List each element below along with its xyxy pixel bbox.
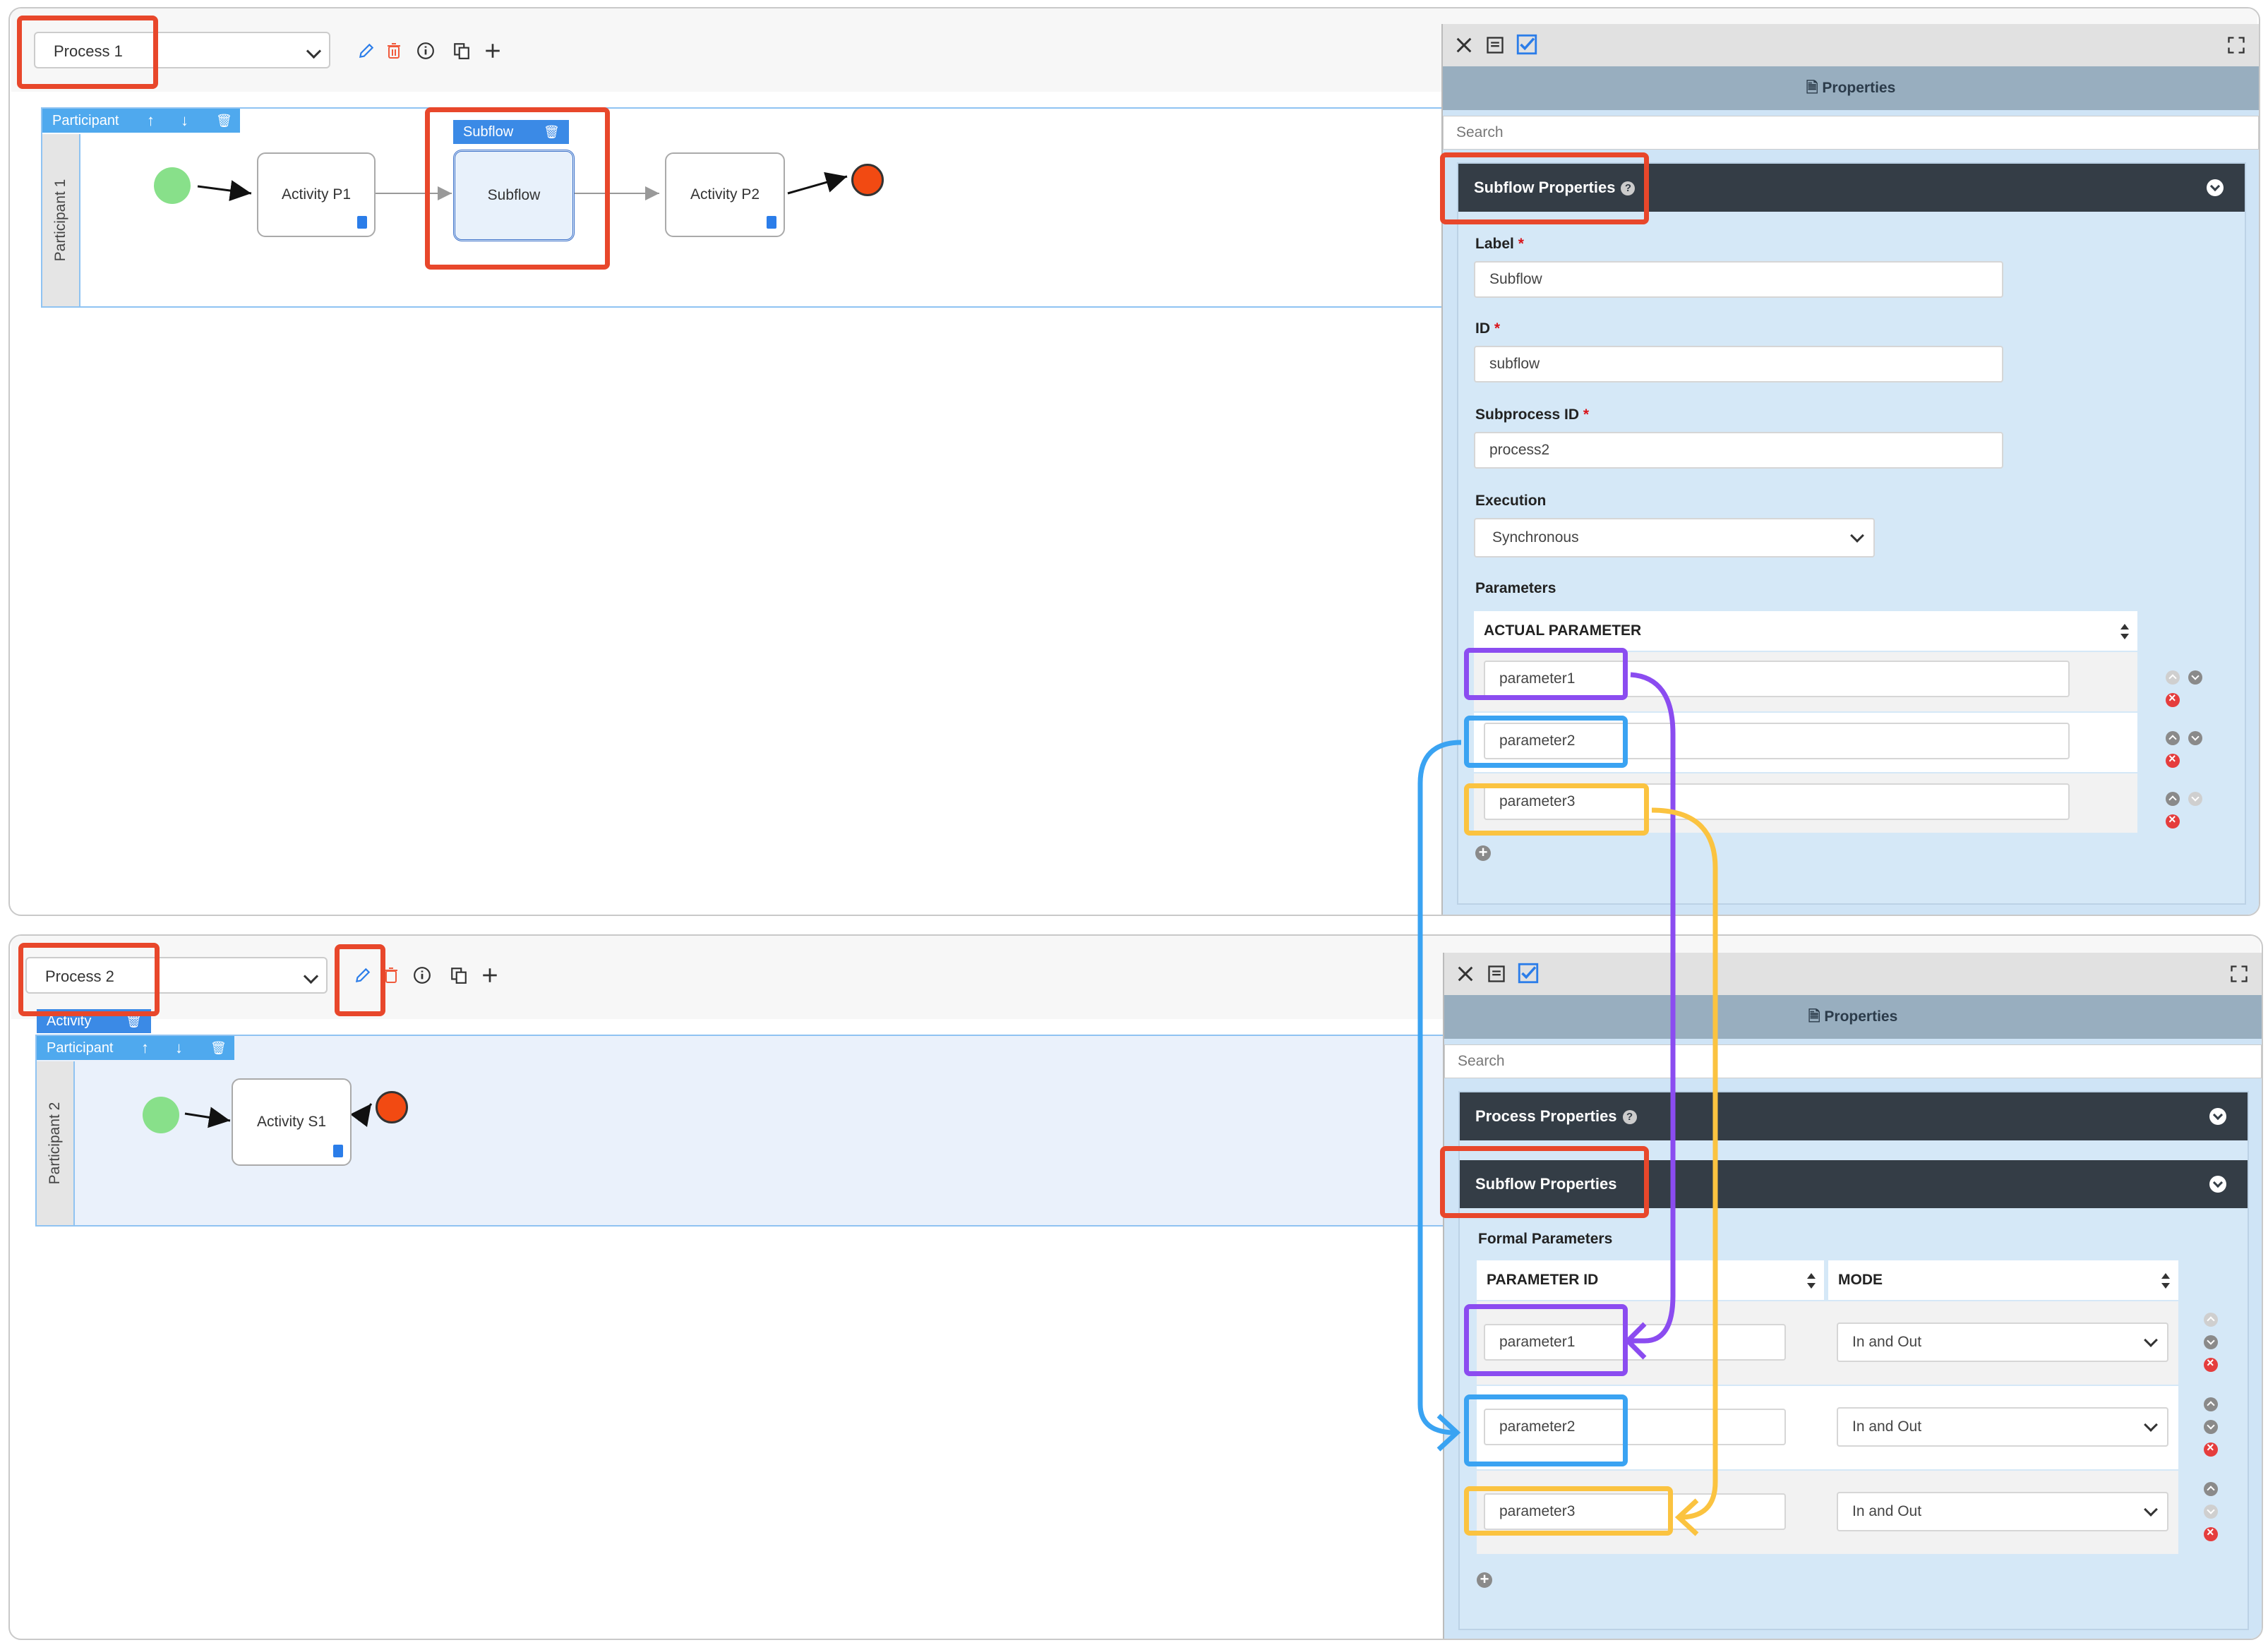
move-up-icon xyxy=(2204,1313,2218,1327)
move-down-icon[interactable] xyxy=(2204,1420,2218,1434)
document-icon: 🗎 xyxy=(1806,80,1823,96)
activity-label: Activity P1 xyxy=(281,186,352,203)
remove-icon[interactable] xyxy=(2204,1356,2218,1372)
document-icon xyxy=(333,1145,343,1157)
form-icon[interactable] xyxy=(1485,35,1505,55)
highlight-parameter3-formal xyxy=(1464,1486,1673,1536)
remove-icon[interactable] xyxy=(2166,812,2180,828)
start-event[interactable] xyxy=(154,167,191,204)
move-down-icon[interactable] xyxy=(2188,670,2202,685)
parameter-id-header[interactable]: PARAMETER ID xyxy=(1477,1260,1824,1300)
field-label: ID * xyxy=(1475,320,1501,337)
mode-select[interactable]: In and Out xyxy=(1837,1322,2168,1362)
label-input[interactable]: Subflow xyxy=(1474,261,2003,298)
properties-header: 🗎 Properties xyxy=(1444,995,2262,1039)
field-label: Execution xyxy=(1475,493,1547,509)
checkbox-icon[interactable] xyxy=(1516,961,1540,985)
mode-header[interactable]: MODE xyxy=(1828,1260,2178,1300)
properties-title: Properties xyxy=(1822,80,1896,96)
sort-icon[interactable] xyxy=(1807,1273,1816,1289)
start-event[interactable] xyxy=(143,1097,179,1133)
checkbox-icon[interactable] xyxy=(1515,32,1539,56)
field-label: Label * xyxy=(1475,236,1524,252)
remove-icon[interactable] xyxy=(2204,1525,2218,1541)
document-icon xyxy=(767,216,776,229)
close-icon[interactable] xyxy=(1454,35,1474,55)
sort-icon[interactable] xyxy=(2120,624,2129,639)
subprocess-id-input[interactable]: process2 xyxy=(1474,432,2003,469)
sort-icon[interactable] xyxy=(2161,1273,2170,1289)
mode-select[interactable]: In and Out xyxy=(1837,1492,2168,1531)
chevron-down-icon xyxy=(1850,529,1864,543)
process-properties-header[interactable]: Process Properties? xyxy=(1460,1092,2248,1140)
highlight-subflow-properties-1 xyxy=(1440,152,1649,224)
help-icon[interactable]: ? xyxy=(1622,1110,1637,1125)
highlight-parameter3-actual xyxy=(1464,783,1649,836)
move-up-icon[interactable] xyxy=(2204,1397,2218,1411)
move-down-icon xyxy=(2188,792,2202,806)
process2-editor: Process 2 Participant 2 Activity 🗑 Parti… xyxy=(8,934,2263,1640)
fullscreen-icon[interactable] xyxy=(2229,964,2249,984)
chevron-down-icon xyxy=(2144,1418,2158,1432)
highlight-process2-selector xyxy=(18,943,160,1016)
highlight-subflow-properties-2 xyxy=(1440,1146,1649,1218)
highlight-edit-button-2 xyxy=(335,944,385,1016)
end-event[interactable] xyxy=(851,164,884,196)
mode-select[interactable]: In and Out xyxy=(1837,1407,2168,1447)
move-up-icon[interactable] xyxy=(2204,1482,2218,1496)
move-up-icon xyxy=(2166,670,2180,685)
highlight-parameter1-formal xyxy=(1464,1304,1628,1376)
activity-s1[interactable]: Activity S1 xyxy=(232,1078,352,1166)
section-title: Process Properties xyxy=(1475,1107,1617,1125)
execution-value: Synchronous xyxy=(1492,529,1579,546)
fullscreen-icon[interactable] xyxy=(2226,35,2246,55)
properties-header: 🗎 Properties xyxy=(1443,66,2259,110)
process1-editor: Process 1 Participant 1 Participant ↑ ↓ … xyxy=(8,7,2260,916)
activity-label: Activity S1 xyxy=(256,1114,327,1130)
actual-parameter-header[interactable]: ACTUAL PARAMETER xyxy=(1474,611,2137,651)
chevron-down-icon xyxy=(2144,1333,2158,1347)
highlight-process1-selector xyxy=(17,16,158,89)
highlight-parameter1-actual xyxy=(1464,648,1628,700)
move-up-icon[interactable] xyxy=(2166,792,2180,806)
activity-p2[interactable]: Activity P2 xyxy=(665,152,785,237)
document-icon xyxy=(357,216,367,229)
formal-parameters-label: Formal Parameters xyxy=(1478,1231,1613,1247)
move-down-icon[interactable] xyxy=(2188,731,2202,745)
activity-label: Activity P2 xyxy=(690,186,760,203)
close-icon[interactable] xyxy=(1456,964,1475,984)
execution-select[interactable]: Synchronous xyxy=(1474,518,1875,558)
id-input[interactable]: subflow xyxy=(1474,346,2003,382)
add-row-icon[interactable]: + xyxy=(1477,1572,1492,1588)
collapse-icon[interactable] xyxy=(2209,1176,2226,1193)
collapse-icon[interactable] xyxy=(2207,179,2224,196)
highlight-parameter2-actual xyxy=(1464,716,1628,768)
move-down-icon[interactable] xyxy=(2204,1335,2218,1349)
move-down-icon xyxy=(2204,1505,2218,1519)
collapse-icon[interactable] xyxy=(2209,1108,2226,1125)
move-up-icon[interactable] xyxy=(2166,731,2180,745)
remove-icon[interactable] xyxy=(2166,691,2180,707)
document-icon: 🗎 xyxy=(1808,1008,1825,1025)
properties-search-input[interactable]: Search xyxy=(1443,116,2259,150)
chevron-down-icon xyxy=(2144,1502,2158,1517)
properties-title: Properties xyxy=(1824,1008,1898,1025)
field-label: Subprocess ID * xyxy=(1475,406,1590,423)
panel-toolbar xyxy=(1443,24,2259,66)
highlight-subflow-node xyxy=(425,107,610,270)
highlight-parameter2-formal xyxy=(1464,1394,1628,1466)
end-event[interactable] xyxy=(376,1091,408,1123)
remove-icon[interactable] xyxy=(2166,752,2180,768)
panel-toolbar xyxy=(1444,953,2262,995)
properties-search-input[interactable]: Search xyxy=(1444,1044,2262,1078)
add-row-icon[interactable]: + xyxy=(1475,845,1491,861)
activity-p1[interactable]: Activity P1 xyxy=(257,152,376,237)
parameters-label: Parameters xyxy=(1475,580,1556,596)
properties-panel-2: 🗎 Properties Search Process Properties? … xyxy=(1443,953,2262,1639)
form-icon[interactable] xyxy=(1487,964,1506,984)
remove-icon[interactable] xyxy=(2204,1440,2218,1457)
